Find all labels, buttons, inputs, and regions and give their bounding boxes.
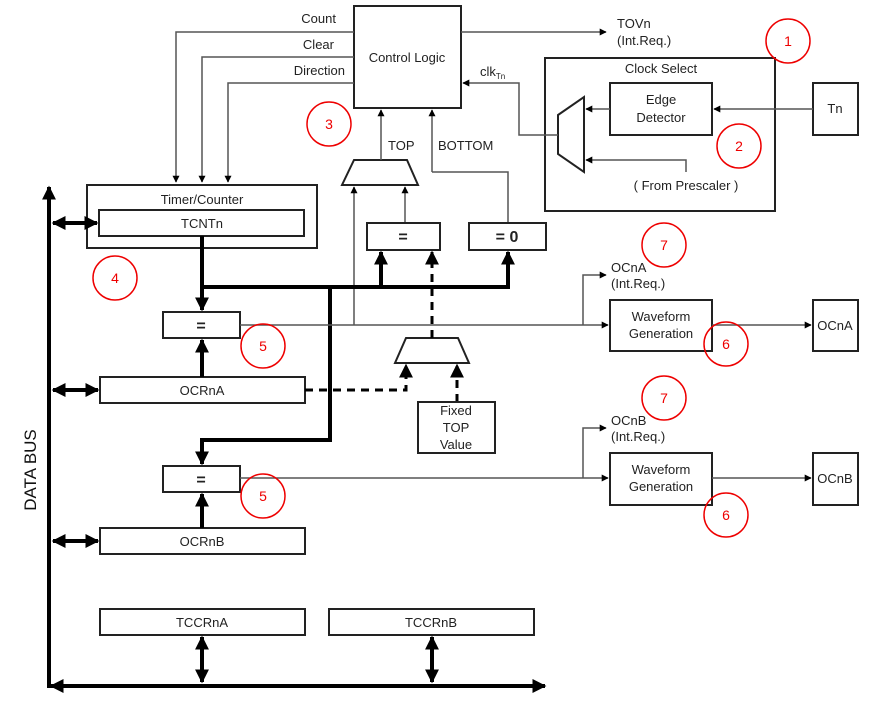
waveform-b-label-1: Waveform	[632, 462, 691, 477]
direction-signal	[224, 82, 354, 183]
annotation-7b: 7	[641, 375, 687, 421]
edge-detector-label-1: Edge	[646, 92, 676, 107]
compare-a-label: =	[196, 318, 205, 335]
ocrna-label: OCRnA	[180, 383, 225, 398]
svg-text:6: 6	[722, 336, 730, 352]
edge-detector-box	[609, 82, 713, 136]
compare-b-label: =	[196, 472, 205, 489]
svg-text:4: 4	[111, 270, 119, 286]
ocna-pin-label: OCnA	[817, 318, 853, 333]
annotation-5b: 5	[240, 473, 286, 519]
waveform-a-label-2: Generation	[629, 326, 693, 341]
waveform-a-label-1: Waveform	[632, 309, 691, 324]
svg-text:3: 3	[325, 116, 333, 132]
clk-label: clkTn	[480, 64, 505, 81]
count-label: Count	[301, 11, 336, 26]
ocnb-flag-label: OCnB	[611, 413, 646, 428]
svg-text:1: 1	[784, 33, 792, 49]
ocna-req-label: (Int.Req.)	[611, 276, 665, 291]
tcntn-label: TCNTn	[181, 216, 223, 231]
fixed-top-label-1: Fixed	[440, 403, 472, 418]
data-bus-label: DATA BUS	[21, 429, 40, 511]
ocna-flag-line	[582, 271, 607, 325]
annotation-3: 3	[306, 101, 352, 147]
annotation-7a: 7	[641, 222, 687, 268]
prescaler-label: ( From Prescaler )	[634, 178, 739, 193]
tovn-req-label: (Int.Req.)	[617, 33, 671, 48]
svg-text:7: 7	[660, 237, 668, 253]
tccrnb-label: TCCRnB	[405, 615, 457, 630]
tovn-label: TOVn	[617, 16, 651, 31]
svg-text:2: 2	[735, 138, 743, 154]
ocnb-pin-label: OCnB	[817, 471, 852, 486]
bottom-compare-label: = 0	[496, 229, 519, 246]
tccrna-label: TCCRnA	[176, 615, 228, 630]
tn-pin-label: Tn	[827, 101, 842, 116]
timer-counter-block-diagram: Control Logic Count Clear Direction TOVn…	[21, 5, 859, 693]
direction-label: Direction	[294, 63, 345, 78]
fixed-top-label-2: TOP	[443, 420, 470, 435]
clock-select-label: Clock Select	[625, 61, 698, 76]
annotation-5a: 5	[240, 323, 286, 369]
ocrnb-label: OCRnB	[180, 534, 225, 549]
svg-text:5: 5	[259, 488, 267, 504]
bottom-line	[432, 171, 509, 223]
clk-signal	[462, 79, 558, 136]
top-mux	[340, 159, 420, 186]
timer-counter-label: Timer/Counter	[161, 192, 244, 207]
bottom-label: BOTTOM	[438, 138, 493, 153]
clear-label: Clear	[303, 37, 335, 52]
fixed-top-label-3: Value	[440, 437, 472, 452]
edge-detector-label-2: Detector	[636, 110, 686, 125]
annotation-6b: 6	[703, 492, 749, 538]
svg-text:5: 5	[259, 338, 267, 354]
ocrna-to-mux	[305, 363, 413, 392]
svg-text:7: 7	[660, 390, 668, 406]
annotation-4: 4	[92, 255, 138, 301]
ocna-flag-label: OCnA	[611, 260, 647, 275]
top-label: TOP	[388, 138, 415, 153]
annotation-1: 1	[765, 18, 811, 64]
waveform-b-label-2: Generation	[629, 479, 693, 494]
svg-text:6: 6	[722, 507, 730, 523]
control-logic-label: Control Logic	[369, 50, 446, 65]
ocnb-flag-line	[582, 424, 607, 478]
top-select-mux	[393, 337, 471, 364]
top-compare-label: =	[398, 229, 407, 246]
ocnb-req-label: (Int.Req.)	[611, 429, 665, 444]
